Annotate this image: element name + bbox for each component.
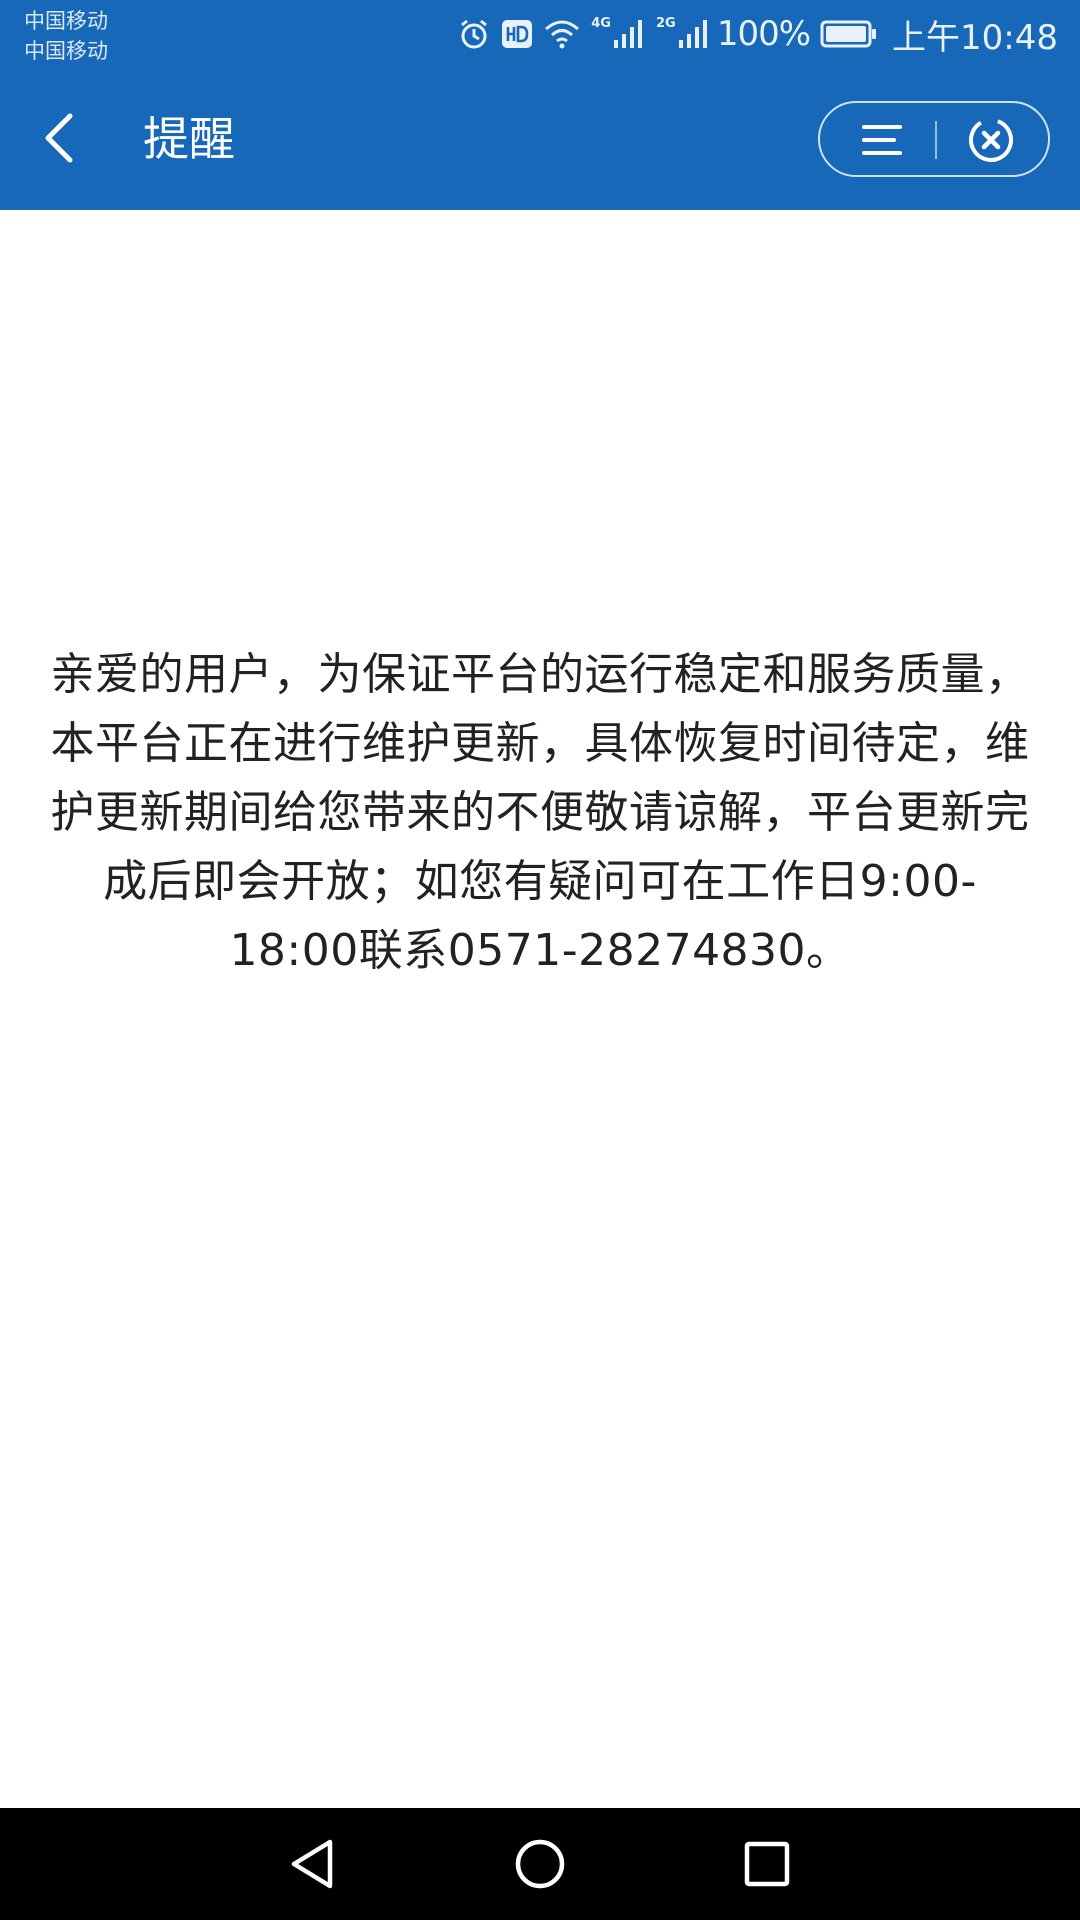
close-icon	[969, 118, 1013, 162]
system-nav-bar	[0, 1808, 1080, 1920]
recents-square-icon	[744, 1841, 790, 1887]
back-triangle-icon	[291, 1839, 333, 1889]
title-bar: 提醒	[0, 68, 1080, 210]
wifi-icon	[543, 18, 581, 50]
nav-home-button[interactable]	[505, 1830, 575, 1898]
home-circle-icon	[515, 1839, 565, 1889]
alarm-icon	[457, 17, 491, 51]
close-button[interactable]	[958, 111, 1024, 169]
menu-icon	[862, 125, 902, 155]
app-header: 中国移动 中国移动 4G 2G 100% 上午10:48 提醒	[0, 0, 1080, 210]
carrier-label: 中国移动	[24, 9, 108, 33]
battery-icon	[820, 19, 878, 49]
network-type-label: 4G	[591, 15, 611, 31]
carrier-info: 中国移动 中国移动	[24, 6, 108, 66]
maintenance-message: 亲爱的用户，为保证平台的运行稳定和服务质量，本平台正在进行维护更新，具体恢复时间…	[50, 649, 1030, 976]
status-bar: 中国移动 中国移动 4G 2G 100% 上午10:48	[0, 0, 1080, 68]
capsule-divider	[935, 121, 937, 159]
network-type-label: 2G	[656, 15, 676, 31]
mini-program-capsule	[818, 101, 1050, 177]
status-icons: 4G 2G 100% 上午10:48	[447, 12, 1058, 58]
signal-indicator: 4G	[591, 15, 646, 50]
signal-icon	[678, 20, 707, 48]
more-menu-button[interactable]	[846, 113, 916, 167]
hd-icon	[501, 19, 533, 49]
nav-back-button[interactable]	[278, 1830, 348, 1898]
battery-percent: 100%	[716, 14, 811, 54]
signal-icon	[614, 20, 642, 48]
back-button[interactable]	[30, 106, 90, 170]
back-arrow-icon	[45, 113, 73, 163]
nav-recents-button[interactable]	[732, 1830, 802, 1898]
page-title: 提醒	[143, 112, 235, 166]
status-time: 上午10:48	[892, 17, 1058, 58]
carrier-label: 中国移动	[24, 39, 108, 63]
signal-indicator: 2G	[656, 15, 711, 50]
